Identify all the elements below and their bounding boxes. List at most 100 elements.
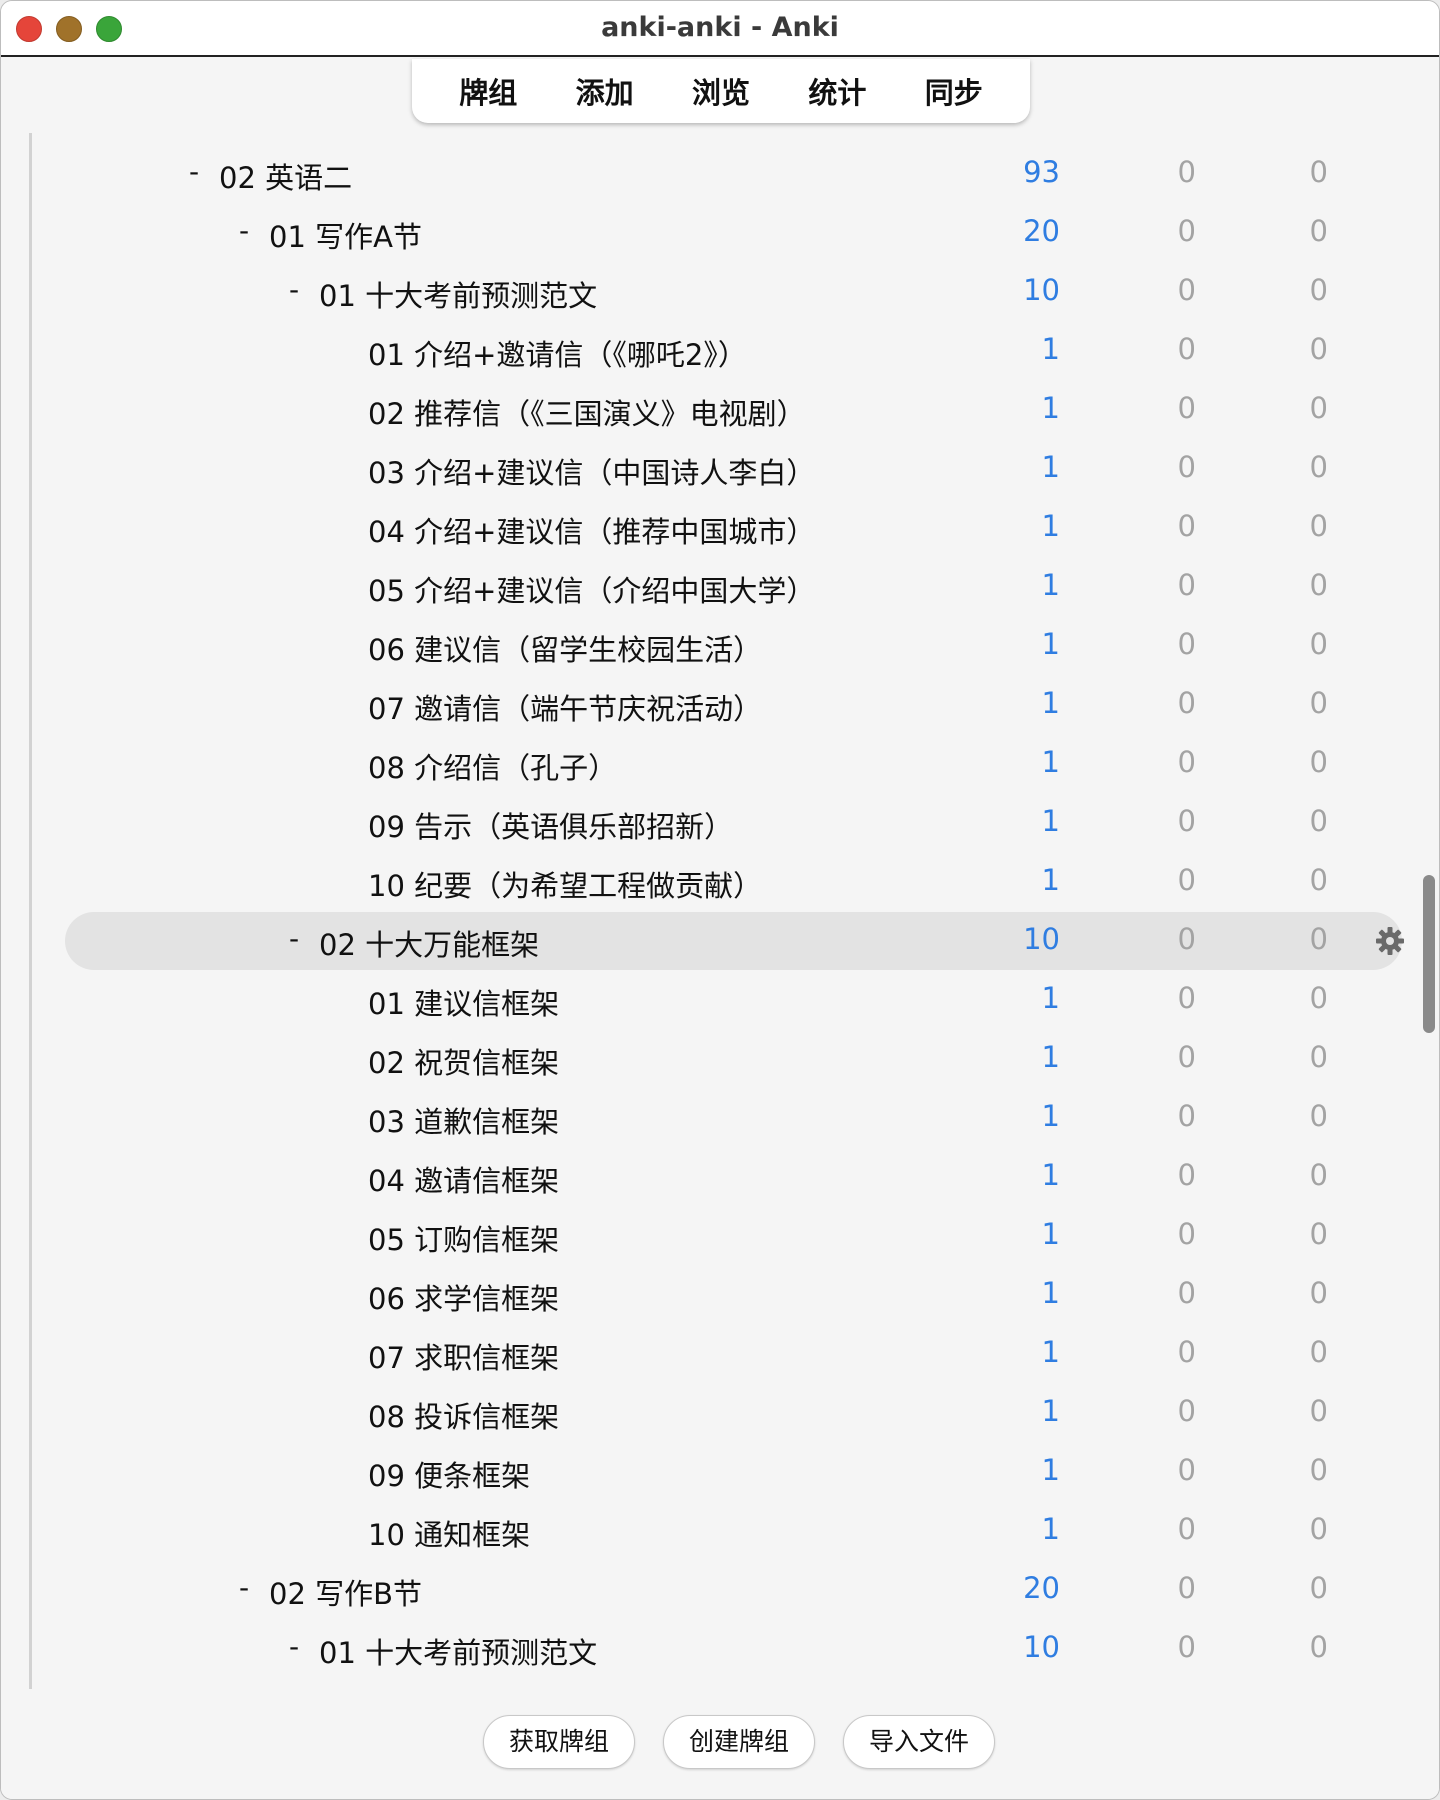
review-count: 0 bbox=[1309, 214, 1328, 248]
tab-browse[interactable]: 浏览 bbox=[680, 66, 762, 116]
review-count: 0 bbox=[1309, 1512, 1328, 1546]
learn-count: 0 bbox=[1177, 922, 1196, 956]
deck-row[interactable]: 10 纪要（为希望工程做贡献） 1 0 0 bbox=[32, 851, 1402, 909]
new-count: 1 bbox=[1041, 1335, 1060, 1369]
deck-name[interactable]: 07 邀请信（端午节庆祝活动） bbox=[368, 686, 762, 728]
collapse-toggle[interactable]: - bbox=[289, 922, 309, 955]
get-shared-decks-button[interactable]: 获取牌组 bbox=[483, 1715, 635, 1769]
collapse-toggle[interactable]: - bbox=[289, 273, 309, 306]
deck-name[interactable]: 05 订购信框架 bbox=[368, 1217, 559, 1259]
learn-count: 0 bbox=[1177, 273, 1196, 307]
new-count: 10 bbox=[1023, 273, 1060, 307]
deck-name[interactable]: 09 便条框架 bbox=[368, 1453, 530, 1495]
deck-row[interactable]: -02 十大万能框架 10 0 0 bbox=[32, 910, 1404, 970]
deck-row[interactable]: 08 投诉信框架 1 0 0 bbox=[32, 1382, 1402, 1440]
learn-count: 0 bbox=[1177, 391, 1196, 425]
review-count: 0 bbox=[1309, 1158, 1328, 1192]
learn-count: 0 bbox=[1177, 1040, 1196, 1074]
tab-stats[interactable]: 统计 bbox=[796, 66, 878, 116]
deck-row[interactable]: 05 订购信框架 1 0 0 bbox=[32, 1205, 1402, 1263]
new-count: 1 bbox=[1041, 1099, 1060, 1133]
deck-name[interactable]: 10 纪要（为希望工程做贡献） bbox=[368, 863, 762, 905]
deck-row[interactable]: 10 通知框架 1 0 0 bbox=[32, 1500, 1402, 1558]
deck-row[interactable]: -01 写作A节 20 0 0 bbox=[32, 202, 1402, 260]
deck-name[interactable]: 04 邀请信框架 bbox=[368, 1158, 559, 1200]
collapse-toggle[interactable]: - bbox=[239, 214, 259, 247]
deck-row[interactable]: 09 告示（英语俱乐部招新） 1 0 0 bbox=[32, 792, 1402, 850]
new-count: 20 bbox=[1023, 214, 1060, 248]
deck-name[interactable]: 03 介绍+建议信（中国诗人李白） bbox=[368, 450, 815, 492]
deck-list: -02 英语二 93 0 0-01 写作A节 20 0 0-01 十大考前预测范文 10 0 0 0… bbox=[29, 133, 1425, 1689]
deck-name[interactable]: 10 通知框架 bbox=[368, 1512, 530, 1554]
tab-decks[interactable]: 牌组 bbox=[447, 66, 529, 116]
deck-row[interactable]: 06 求学信框架 1 0 0 bbox=[32, 1264, 1402, 1322]
review-count: 0 bbox=[1309, 1571, 1328, 1605]
deck-row[interactable]: 07 求职信框架 1 0 0 bbox=[32, 1323, 1402, 1381]
review-count: 0 bbox=[1309, 1335, 1328, 1369]
deck-row[interactable]: -01 十大考前预测范文 10 0 0 bbox=[32, 1618, 1402, 1676]
review-count: 0 bbox=[1309, 568, 1328, 602]
deck-name[interactable]: 06 求学信框架 bbox=[368, 1276, 559, 1318]
deck-row[interactable]: -02 英语二 93 0 0 bbox=[32, 143, 1402, 201]
deck-row[interactable]: -01 十大考前预测范文 10 0 0 bbox=[32, 261, 1402, 319]
collapse-toggle[interactable]: - bbox=[239, 1571, 259, 1604]
review-count: 0 bbox=[1309, 1453, 1328, 1487]
deck-name[interactable]: 01 十大考前预测范文 bbox=[319, 1630, 597, 1672]
deck-row[interactable]: 01 介绍+邀请信（《哪吒2》） 1 0 0 bbox=[32, 320, 1402, 378]
learn-count: 0 bbox=[1177, 1217, 1196, 1251]
deck-name[interactable]: 08 介绍信（孔子） bbox=[368, 745, 617, 787]
new-count: 1 bbox=[1041, 1217, 1060, 1251]
deck-name[interactable]: 05 介绍+建议信（介绍中国大学） bbox=[368, 568, 815, 610]
deck-name[interactable]: 04 介绍+建议信（推荐中国城市） bbox=[368, 509, 815, 551]
deck-row[interactable]: 07 邀请信（端午节庆祝活动） 1 0 0 bbox=[32, 674, 1402, 732]
review-count: 0 bbox=[1309, 804, 1328, 838]
scrollbar-thumb[interactable] bbox=[1423, 875, 1435, 1033]
import-file-button[interactable]: 导入文件 bbox=[843, 1715, 995, 1769]
deck-name[interactable]: 01 建议信框架 bbox=[368, 981, 559, 1023]
deck-row[interactable]: 03 道歉信框架 1 0 0 bbox=[32, 1087, 1402, 1145]
deck-row[interactable]: 04 邀请信框架 1 0 0 bbox=[32, 1146, 1402, 1204]
create-deck-button[interactable]: 创建牌组 bbox=[663, 1715, 815, 1769]
deck-options-gear-icon[interactable] bbox=[1374, 925, 1406, 957]
deck-row[interactable]: 01 建议信框架 1 0 0 bbox=[32, 969, 1402, 1027]
deck-name[interactable]: 02 推荐信（《三国演义》电视剧） bbox=[368, 391, 806, 433]
deck-row[interactable]: 09 便条框架 1 0 0 bbox=[32, 1441, 1402, 1499]
deck-name[interactable]: 01 介绍+邀请信（《哪吒2》） bbox=[368, 332, 747, 374]
review-count: 0 bbox=[1309, 1630, 1328, 1664]
review-count: 0 bbox=[1309, 1394, 1328, 1428]
learn-count: 0 bbox=[1177, 1158, 1196, 1192]
learn-count: 0 bbox=[1177, 155, 1196, 189]
deck-name[interactable]: 02 十大万能框架 bbox=[319, 922, 539, 964]
deck-name[interactable]: 09 告示（英语俱乐部招新） bbox=[368, 804, 733, 846]
deck-name[interactable]: 03 道歉信框架 bbox=[368, 1099, 559, 1141]
deck-row[interactable]: -02 写作B节 20 0 0 bbox=[32, 1559, 1402, 1617]
deck-row[interactable]: 04 介绍+建议信（推荐中国城市） 1 0 0 bbox=[32, 497, 1402, 555]
deck-name[interactable]: 01 写作A节 bbox=[269, 214, 422, 256]
collapse-toggle[interactable]: - bbox=[289, 1630, 309, 1663]
tab-sync[interactable]: 同步 bbox=[913, 66, 995, 116]
collapse-toggle[interactable]: - bbox=[189, 155, 209, 188]
deck-name[interactable]: 02 英语二 bbox=[219, 155, 352, 197]
review-count: 0 bbox=[1309, 332, 1328, 366]
new-count: 10 bbox=[1023, 922, 1060, 956]
deck-row[interactable]: 06 建议信（留学生校园生活） 1 0 0 bbox=[32, 615, 1402, 673]
deck-row[interactable]: 05 介绍+建议信（介绍中国大学） 1 0 0 bbox=[32, 556, 1402, 614]
new-count: 1 bbox=[1041, 1394, 1060, 1428]
review-count: 0 bbox=[1309, 981, 1328, 1015]
deck-name[interactable]: 08 投诉信框架 bbox=[368, 1394, 559, 1436]
learn-count: 0 bbox=[1177, 627, 1196, 661]
tab-add[interactable]: 添加 bbox=[564, 66, 646, 116]
new-count: 1 bbox=[1041, 450, 1060, 484]
deck-name[interactable]: 06 建议信（留学生校园生活） bbox=[368, 627, 762, 669]
deck-row[interactable]: 02 推荐信（《三国演义》电视剧） 1 0 0 bbox=[32, 379, 1402, 437]
deck-name[interactable]: 02 祝贺信框架 bbox=[368, 1040, 559, 1082]
deck-name[interactable]: 07 求职信框架 bbox=[368, 1335, 559, 1377]
review-count: 0 bbox=[1309, 391, 1328, 425]
deck-row[interactable]: 03 介绍+建议信（中国诗人李白） 1 0 0 bbox=[32, 438, 1402, 496]
deck-row[interactable]: 08 介绍信（孔子） 1 0 0 bbox=[32, 733, 1402, 791]
bottom-bar: 获取牌组 创建牌组 导入文件 bbox=[1, 1693, 1439, 1799]
deck-name[interactable]: 01 十大考前预测范文 bbox=[319, 273, 597, 315]
deck-name[interactable]: 02 写作B节 bbox=[269, 1571, 422, 1613]
deck-row[interactable]: 02 祝贺信框架 1 0 0 bbox=[32, 1028, 1402, 1086]
learn-count: 0 bbox=[1177, 863, 1196, 897]
